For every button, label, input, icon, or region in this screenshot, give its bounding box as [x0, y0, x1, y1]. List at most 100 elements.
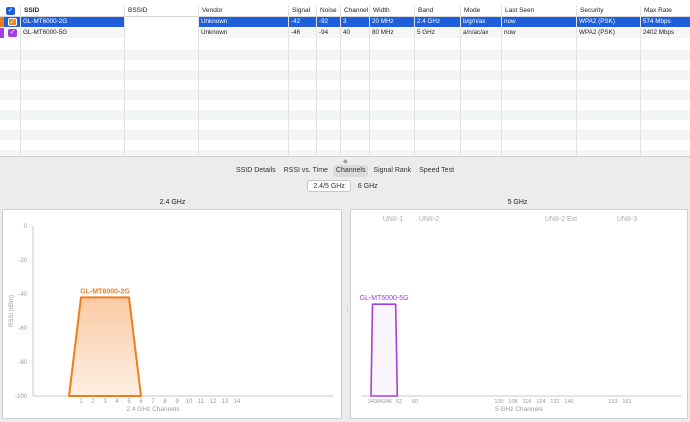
x-tick-label: 116 [523, 399, 532, 405]
tab-ssid-details[interactable]: SSID Details [233, 165, 279, 177]
chart-title-24: 2.4 GHz [159, 199, 186, 206]
series-area [68, 296, 142, 397]
cell-signal: -42 [291, 18, 301, 25]
band-label: UNII-2 [419, 216, 439, 223]
x-tick-label: 100 [494, 399, 503, 405]
series-label: GL-MT6000-2G [80, 288, 130, 295]
column-divider [640, 5, 641, 156]
x-tick-label: 153 [608, 399, 617, 405]
subtab-6-ghz[interactable]: 6 GHz [353, 181, 383, 193]
col-width[interactable]: Width [369, 5, 414, 17]
cell-signal: -46 [291, 29, 301, 36]
tab-signal-rank[interactable]: Signal Rank [370, 165, 414, 177]
x-tick-label: 5 [127, 399, 131, 405]
col-max-rate[interactable]: Max Rate [640, 5, 690, 17]
x-tick-label: 2 [91, 399, 95, 405]
tab-speed-test[interactable]: Speed Test [416, 165, 457, 177]
row-checkbox[interactable]: ✓ [8, 18, 17, 26]
x-tick-label: 46 [386, 399, 392, 405]
column-divider [20, 5, 21, 156]
cell-width: 20 MHz [372, 18, 394, 25]
col-band[interactable]: Band [414, 5, 460, 17]
col-channel[interactable]: Channel [340, 5, 369, 17]
cell-ssid: GL-MT6000-5G [23, 29, 68, 36]
empty-row [0, 150, 690, 156]
empty-row [0, 50, 690, 60]
column-divider [340, 5, 341, 156]
column-divider [414, 5, 415, 156]
series-color-swatch [0, 28, 4, 38]
cell-max-rate: 574 Mbps [643, 18, 671, 25]
x-tick-label: 140 [564, 399, 573, 405]
x-tick-label: 13 [222, 399, 229, 405]
chart-title-5: 5 GHz [507, 199, 528, 206]
tab-channels[interactable]: Channels [332, 165, 369, 177]
chart-24ghz: 0-20-40-60-80-1001 2 3 4 5 6 7 8 9 10 11 12 13 14RSSI… [9, 224, 333, 413]
bssid-cell-blank [124, 17, 198, 39]
column-divider [124, 5, 125, 156]
col-mode[interactable]: Mode [460, 5, 501, 17]
x-tick-label: 4 [115, 399, 119, 405]
x-axis-label: 2.4 GHz Channels [126, 406, 180, 413]
select-all-cell[interactable]: ✓ [0, 5, 20, 17]
chart-splitter-handle[interactable]: ⋮ [344, 305, 351, 313]
band-label: UNII-3 [617, 216, 637, 223]
column-divider [460, 5, 461, 156]
cell-band: 5 GHz [417, 29, 435, 36]
col-security[interactable]: Security [576, 5, 640, 17]
col-signal[interactable]: Signal [288, 5, 316, 17]
table-header: ✓ SSID BSSID Vendor Signal Noise Channel… [0, 5, 690, 17]
x-tick-label: 132 [550, 399, 559, 405]
cell-max-rate: 2402 Mbps [643, 29, 675, 36]
column-divider [501, 5, 502, 156]
empty-row [0, 70, 690, 80]
x-tick-label: 108 [508, 399, 517, 405]
y-tick-label: -40 [18, 292, 27, 298]
cell-security: WPA2 (PSK) [579, 18, 615, 25]
x-tick-label: 1 [79, 399, 83, 405]
x-tick-label: 7 [151, 399, 155, 405]
select-all-checkbox[interactable]: ✓ [6, 7, 15, 15]
x-tick-label: 9 [175, 399, 179, 405]
cell-width: 80 MHz [372, 29, 394, 36]
empty-row [0, 90, 690, 100]
cell-security: WPA2 (PSK) [579, 29, 615, 36]
chart-5ghz: UNII-1 UNII-2 UNII-2 Ext UNII-334 38 42 46 52 60… [360, 216, 681, 413]
cell-channel: 3 [343, 18, 347, 25]
y-tick-label: -60 [18, 326, 27, 332]
x-tick-label: 60 [412, 399, 418, 405]
x-tick-label: 10 [186, 399, 193, 405]
table-row[interactable]: ✓ GL-MT6000-2G Unknown -42 -92 3 20 MHz … [0, 17, 690, 27]
column-divider [288, 5, 289, 156]
table-row[interactable]: ✓ GL-MT6000-5G Unknown -46 -94 40 80 MHz… [0, 28, 690, 38]
tab-rssi-vs-time[interactable]: RSSI vs. Time [281, 165, 331, 177]
x-tick-label: 161 [622, 399, 631, 405]
cell-band: 2.4 GHz [417, 18, 441, 25]
row-checkbox[interactable]: ✓ [8, 29, 17, 37]
cell-last-seen: now [504, 18, 516, 25]
col-noise[interactable]: Noise [316, 5, 340, 17]
column-divider [576, 5, 577, 156]
col-last-seen[interactable]: Last Seen [501, 5, 576, 17]
col-ssid[interactable]: SSID [20, 5, 124, 17]
column-divider [198, 5, 199, 156]
cell-noise: -92 [319, 18, 329, 25]
chart-5ghz-panel: UNII-1 UNII-2 UNII-2 Ext UNII-3 34 38 42 46 52 60… [350, 209, 688, 419]
col-vendor[interactable]: Vendor [198, 5, 288, 17]
cell-channel: 40 [343, 29, 351, 36]
y-axis-label: RSSI (dBm) [9, 295, 15, 327]
cell-noise: -94 [319, 29, 329, 36]
cell-last-seen: now [504, 29, 516, 36]
x-tick-label: 52 [396, 399, 402, 405]
series-label: GL-MT6000-5G [360, 295, 409, 302]
empty-row [0, 110, 690, 120]
band-label: UNII-2 Ext [545, 216, 577, 223]
subtab-2-4-5-ghz[interactable]: 2.4/5 GHz [307, 180, 351, 192]
y-tick-label: -20 [18, 258, 27, 264]
x-axis-label: 5 GHz Channels [495, 406, 543, 413]
detail-tabs: SSID Details RSSI vs. Time Channels Sign… [0, 165, 690, 179]
cell-vendor: Unknown [201, 29, 228, 36]
chart-24ghz-panel: 0 -20 -40 -60 -80 -100 1 2 3 4 5 6 7 8 9 10 11 12 13 14 RSSI… [2, 209, 342, 419]
split-handle-icon[interactable]: ◆ [343, 158, 348, 165]
col-bssid[interactable]: BSSID [124, 5, 198, 17]
